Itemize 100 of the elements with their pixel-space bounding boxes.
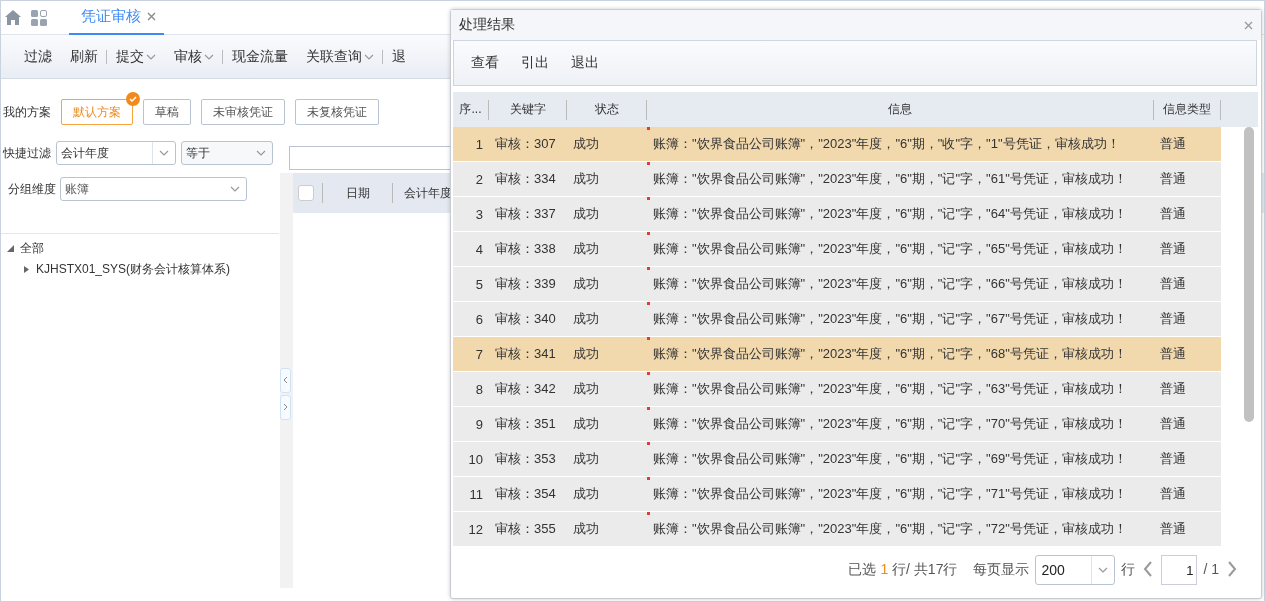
table-cell-text: 审核：307 [494,135,557,153]
collapse-left-button[interactable] [280,367,291,393]
quick-filter-label: 快捷过滤 [3,144,51,162]
scheme-button[interactable]: 未复核凭证 [295,99,379,125]
caret-icon [364,53,374,60]
field-select[interactable]: 会计年度 [56,141,176,165]
table-cell: 账簿："饮界食品公司账簿"，"2023"年度，"6"期，"记"字，"68"号凭证，审核成功！ [647,337,1154,371]
table-cell-text: 11 [468,485,484,504]
selection-summary: 已选 1 行/ 共17行 [848,561,958,579]
apps-icon[interactable] [31,9,47,26]
result-row[interactable]: 2 审核：334 成功 账簿："饮界食品公司账簿"，"2023"年度，"6"期，"记"字，"61"号凭证，审核成功！ 普通 [453,162,1221,197]
caret-icon [256,150,266,156]
table-cell-text: 普通 [1159,520,1187,538]
select-all-checkbox[interactable] [298,185,314,201]
grouping-label: 分组维度 [8,180,56,198]
tree-label: KJHSTX01_SYS(财务会计核算体系) [36,261,231,278]
table-cell-text: 普通 [1159,485,1187,503]
table-cell-text: 审核：338 [494,240,557,258]
table-cell: 账簿："饮界食品公司账簿"，"2023"年度，"6"期，"记"字，"61"号凭证，审核成功！ [647,162,1154,196]
toolbar-button[interactable]: 过滤 [15,41,61,72]
table-cell-text: 审核：340 [494,310,557,328]
table-cell-text: 成功 [572,415,600,433]
tree-item[interactable]: 全部 [1,238,279,259]
caret-icon [204,53,214,60]
grouping-select[interactable]: 账簿 [60,177,247,201]
table-cell-text: 成功 [572,485,600,503]
table-cell-text: 成功 [572,205,600,223]
scrollbar[interactable] [1244,127,1254,422]
table-cell-text: 2 [474,170,484,189]
toolbar-button[interactable]: 退 [383,41,415,72]
dialog-title: 处理结果 [459,16,515,34]
expand-right-button[interactable] [280,394,291,420]
table-cell-text: 审核：353 [494,450,557,468]
result-row[interactable]: 7 审核：341 成功 账簿："饮界食品公司账簿"，"2023"年度，"6"期，"记"字，"68"号凭证，审核成功！ 普通 [453,337,1221,372]
table-cell-text: 普通 [1159,205,1187,223]
page-total: / 1 [1203,561,1219,577]
result-row[interactable]: 5 审核：339 成功 账簿："饮界食品公司账簿"，"2023"年度，"6"期，"记"字，"66"号凭证，审核成功！ 普通 [453,267,1221,302]
caret-icon [230,186,240,192]
result-row[interactable]: 12 审核：355 成功 账簿："饮界食品公司账簿"，"2023"年度，"6"期，"记"字，"72"号凭证，审核成功！ 普通 [453,512,1221,547]
table-cell: 账簿："饮界食品公司账簿"，"2023"年度，"6"期，"收"字，"1"号凭证，审核成功！ [647,127,1154,161]
table-cell-text: 成功 [572,240,600,258]
table-cell-text: 4 [474,240,484,259]
home-icon[interactable] [5,10,21,25]
table-cell: 账簿："饮界食品公司账簿"，"2023"年度，"6"期，"记"字，"64"号凭证，审核成功！ [647,197,1154,231]
table-cell-text: 普通 [1159,345,1187,363]
table-cell: 账簿："饮界食品公司账簿"，"2023"年度，"6"期，"记"字，"63"号凭证，审核成功！ [647,372,1154,406]
column-header: 信息 [647,99,1154,120]
table-cell-text: 审核：354 [494,485,557,503]
tree-item[interactable]: KJHSTX01_SYS(财务会计核算体系) [1,259,279,280]
dialog-toolbar-button[interactable]: 退出 [560,48,610,78]
page-size-select[interactable]: 200 [1035,555,1116,585]
table-cell: 账簿："饮界食品公司账簿"，"2023"年度，"6"期，"记"字，"71"号凭证，审核成功！ [647,477,1154,511]
table-cell-text: 审核：337 [494,205,557,223]
rows-unit-label: 行 [1121,561,1136,579]
tree-label: 全部 [20,240,44,257]
table-cell: 账簿："饮界食品公司账簿"，"2023"年度，"6"期，"记"字，"70"号凭证，审核成功！ [647,407,1154,441]
next-page-button[interactable] [1225,561,1239,577]
table-cell-text: 普通 [1159,450,1187,468]
column-header: 信息类型 [1154,99,1221,120]
table-cell-text: 12 [467,520,484,539]
result-row[interactable]: 6 审核：340 成功 账簿："饮界食品公司账簿"，"2023"年度，"6"期，"记"字，"67"号凭证，审核成功！ 普通 [453,302,1221,337]
table-cell-text: 审核：334 [494,170,557,188]
table-cell-text: 普通 [1159,240,1187,258]
table-cell: 账簿："饮界食品公司账簿"，"2023"年度，"6"期，"记"字，"65"号凭证，审核成功！ [647,232,1154,266]
table-cell-text: 成功 [572,450,600,468]
page-field[interactable]: 1 [1161,555,1198,585]
table-cell: 账簿："饮界食品公司账簿"，"2023"年度，"6"期，"记"字，"72"号凭证，审核成功！ [647,512,1154,546]
dialog-toolbar-button[interactable]: 查看 [460,48,510,78]
toolbar-button[interactable]: 提交 [107,41,165,72]
toolbar-button[interactable]: 现金流量 [223,41,297,72]
table-cell-text: 7 [474,345,484,364]
scheme-button[interactable]: 草稿 [143,99,191,125]
column-header: 日期 [322,183,392,203]
result-row[interactable]: 8 审核：342 成功 账簿："饮界食品公司账簿"，"2023"年度，"6"期，"记"字，"63"号凭证，审核成功！ 普通 [453,372,1221,407]
table-cell-text: 成功 [572,310,600,328]
table-cell: 账簿："饮界食品公司账簿"，"2023"年度，"6"期，"记"字，"66"号凭证，审核成功！ [647,267,1154,301]
table-cell-text: 5 [474,275,484,294]
result-row[interactable]: 10 审核：353 成功 账簿："饮界食品公司账簿"，"2023"年度，"6"期，"记"字，"69"号凭证，审核成功！ 普通 [453,442,1221,477]
schemes-label: 我的方案 [3,103,51,121]
result-row[interactable]: 3 审核：337 成功 账簿："饮界食品公司账簿"，"2023"年度，"6"期，"记"字，"64"号凭证，审核成功！ 普通 [453,197,1221,232]
table-cell-text: 成功 [572,345,600,363]
close-icon[interactable] [147,12,156,21]
close-icon[interactable] [1244,20,1253,30]
result-row[interactable]: 1 审核：307 成功 账簿："饮界食品公司账簿"，"2023"年度，"6"期，"收"字，"1"号凭证，审核成功！ 普通 [453,127,1221,162]
table-cell-text: 成功 [572,135,600,153]
result-row[interactable]: 4 审核：338 成功 账簿："饮界食品公司账簿"，"2023"年度，"6"期，"记"字，"65"号凭证，审核成功！ 普通 [453,232,1221,267]
scheme-button[interactable]: 未审核凭证 [201,99,285,125]
chevron-left-icon [283,376,288,384]
table-cell-text: 审核：342 [494,380,557,398]
table-cell-text: 10 [467,450,484,469]
chevron-right-icon [283,403,288,411]
table-cell-text: 普通 [1159,310,1187,328]
column-header: 序... [453,99,489,120]
operator-select[interactable]: 等于 [181,141,273,165]
result-row[interactable]: 11 审核：354 成功 账簿："饮界食品公司账簿"，"2023"年度，"6"期，"记"字，"71"号凭证，审核成功！ 普通 [453,477,1221,512]
result-row[interactable]: 9 审核：351 成功 账簿："饮界食品公司账簿"，"2023"年度，"6"期，"记"字，"70"号凭证，审核成功！ 普通 [453,407,1221,442]
dialog-toolbar-button[interactable]: 引出 [510,48,560,78]
table-cell-text: 3 [474,205,484,224]
table-cell-text: 成功 [572,380,600,398]
table-cell-text: 成功 [572,275,600,293]
